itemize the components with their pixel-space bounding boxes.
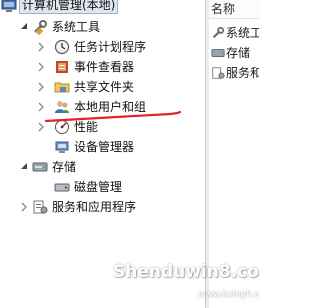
- services-icon: [32, 199, 48, 215]
- tree-item-label: 性能: [74, 120, 99, 134]
- system-tools-icon: [211, 26, 225, 40]
- list-item-label: 服务和: [226, 66, 259, 80]
- column-header-label: 名称: [211, 2, 236, 16]
- tree-item-disk-management[interactable]: 磁盘管理: [0, 177, 205, 197]
- expand-arrow-icon[interactable]: [19, 202, 29, 212]
- list-item-label: 存储: [226, 46, 251, 60]
- tree-item-label: 任务计划程序: [74, 40, 147, 54]
- tree-item-label: 本地用户和组: [74, 100, 147, 114]
- computer-management-window: 计算机管理(本地) 系统工具 任务计划程序 事件查看器 共享文件夹 本地用户和组…: [0, 0, 259, 308]
- tree-item-system-tools[interactable]: 系统工具: [0, 17, 205, 37]
- clock-icon: [54, 39, 70, 55]
- list-item[interactable]: 存储: [209, 44, 259, 62]
- tree-item-device-manager[interactable]: 设备管理器: [0, 137, 205, 157]
- tree-item-computer-management[interactable]: 计算机管理(本地): [0, 0, 205, 16]
- tree-item-label: 设备管理器: [74, 140, 135, 154]
- tree-item-label: 服务和应用程序: [52, 200, 137, 214]
- users-icon: [54, 99, 70, 115]
- tree-item-performance[interactable]: 性能: [0, 117, 205, 137]
- tree-item-label: 系统工具: [52, 20, 101, 34]
- tree-item-shared-folders[interactable]: 共享文件夹: [0, 77, 205, 97]
- tree-item-label: 磁盘管理: [74, 180, 123, 194]
- column-header-name[interactable]: 名称: [209, 0, 259, 19]
- list-item-label: 系统工: [226, 26, 259, 40]
- list-item[interactable]: 服务和: [209, 64, 259, 82]
- collapse-arrow-icon[interactable]: [19, 162, 29, 172]
- tree-item-label: 事件查看器: [74, 60, 135, 74]
- disk-icon: [54, 179, 70, 195]
- tree-item-event-viewer[interactable]: 事件查看器: [0, 57, 205, 77]
- watermark-site: www.kxinyk.com: [198, 290, 259, 300]
- expand-arrow-icon[interactable]: [36, 62, 46, 72]
- tree-item-services-applications[interactable]: 服务和应用程序: [0, 197, 205, 217]
- event-viewer-icon: [54, 59, 70, 75]
- storage-icon: [32, 159, 48, 175]
- tree-item-storage[interactable]: 存储: [0, 157, 205, 177]
- device-manager-icon: [54, 139, 70, 155]
- performance-icon: [54, 119, 70, 135]
- tree-item-label: 存储: [52, 160, 77, 174]
- tree-item-local-users-groups[interactable]: 本地用户和组: [0, 97, 205, 117]
- tree-item-task-scheduler[interactable]: 任务计划程序: [0, 37, 205, 57]
- tree-item-label: 计算机管理(本地): [19, 0, 119, 14]
- expand-arrow-icon[interactable]: [36, 122, 46, 132]
- collapse-arrow-icon[interactable]: [19, 22, 29, 32]
- shared-folder-icon: [54, 79, 70, 95]
- computer-icon: [1, 0, 17, 14]
- tree-item-label: 共享文件夹: [74, 80, 135, 94]
- watermark-brand: Shenduwin8.com: [113, 262, 259, 282]
- services-icon: [211, 66, 225, 80]
- expand-arrow-icon[interactable]: [36, 82, 46, 92]
- list-item[interactable]: 系统工: [209, 24, 259, 42]
- expand-arrow-icon[interactable]: [36, 102, 46, 112]
- storage-icon: [211, 46, 225, 60]
- expand-arrow-icon[interactable]: [36, 42, 46, 52]
- system-tools-icon: [32, 19, 48, 35]
